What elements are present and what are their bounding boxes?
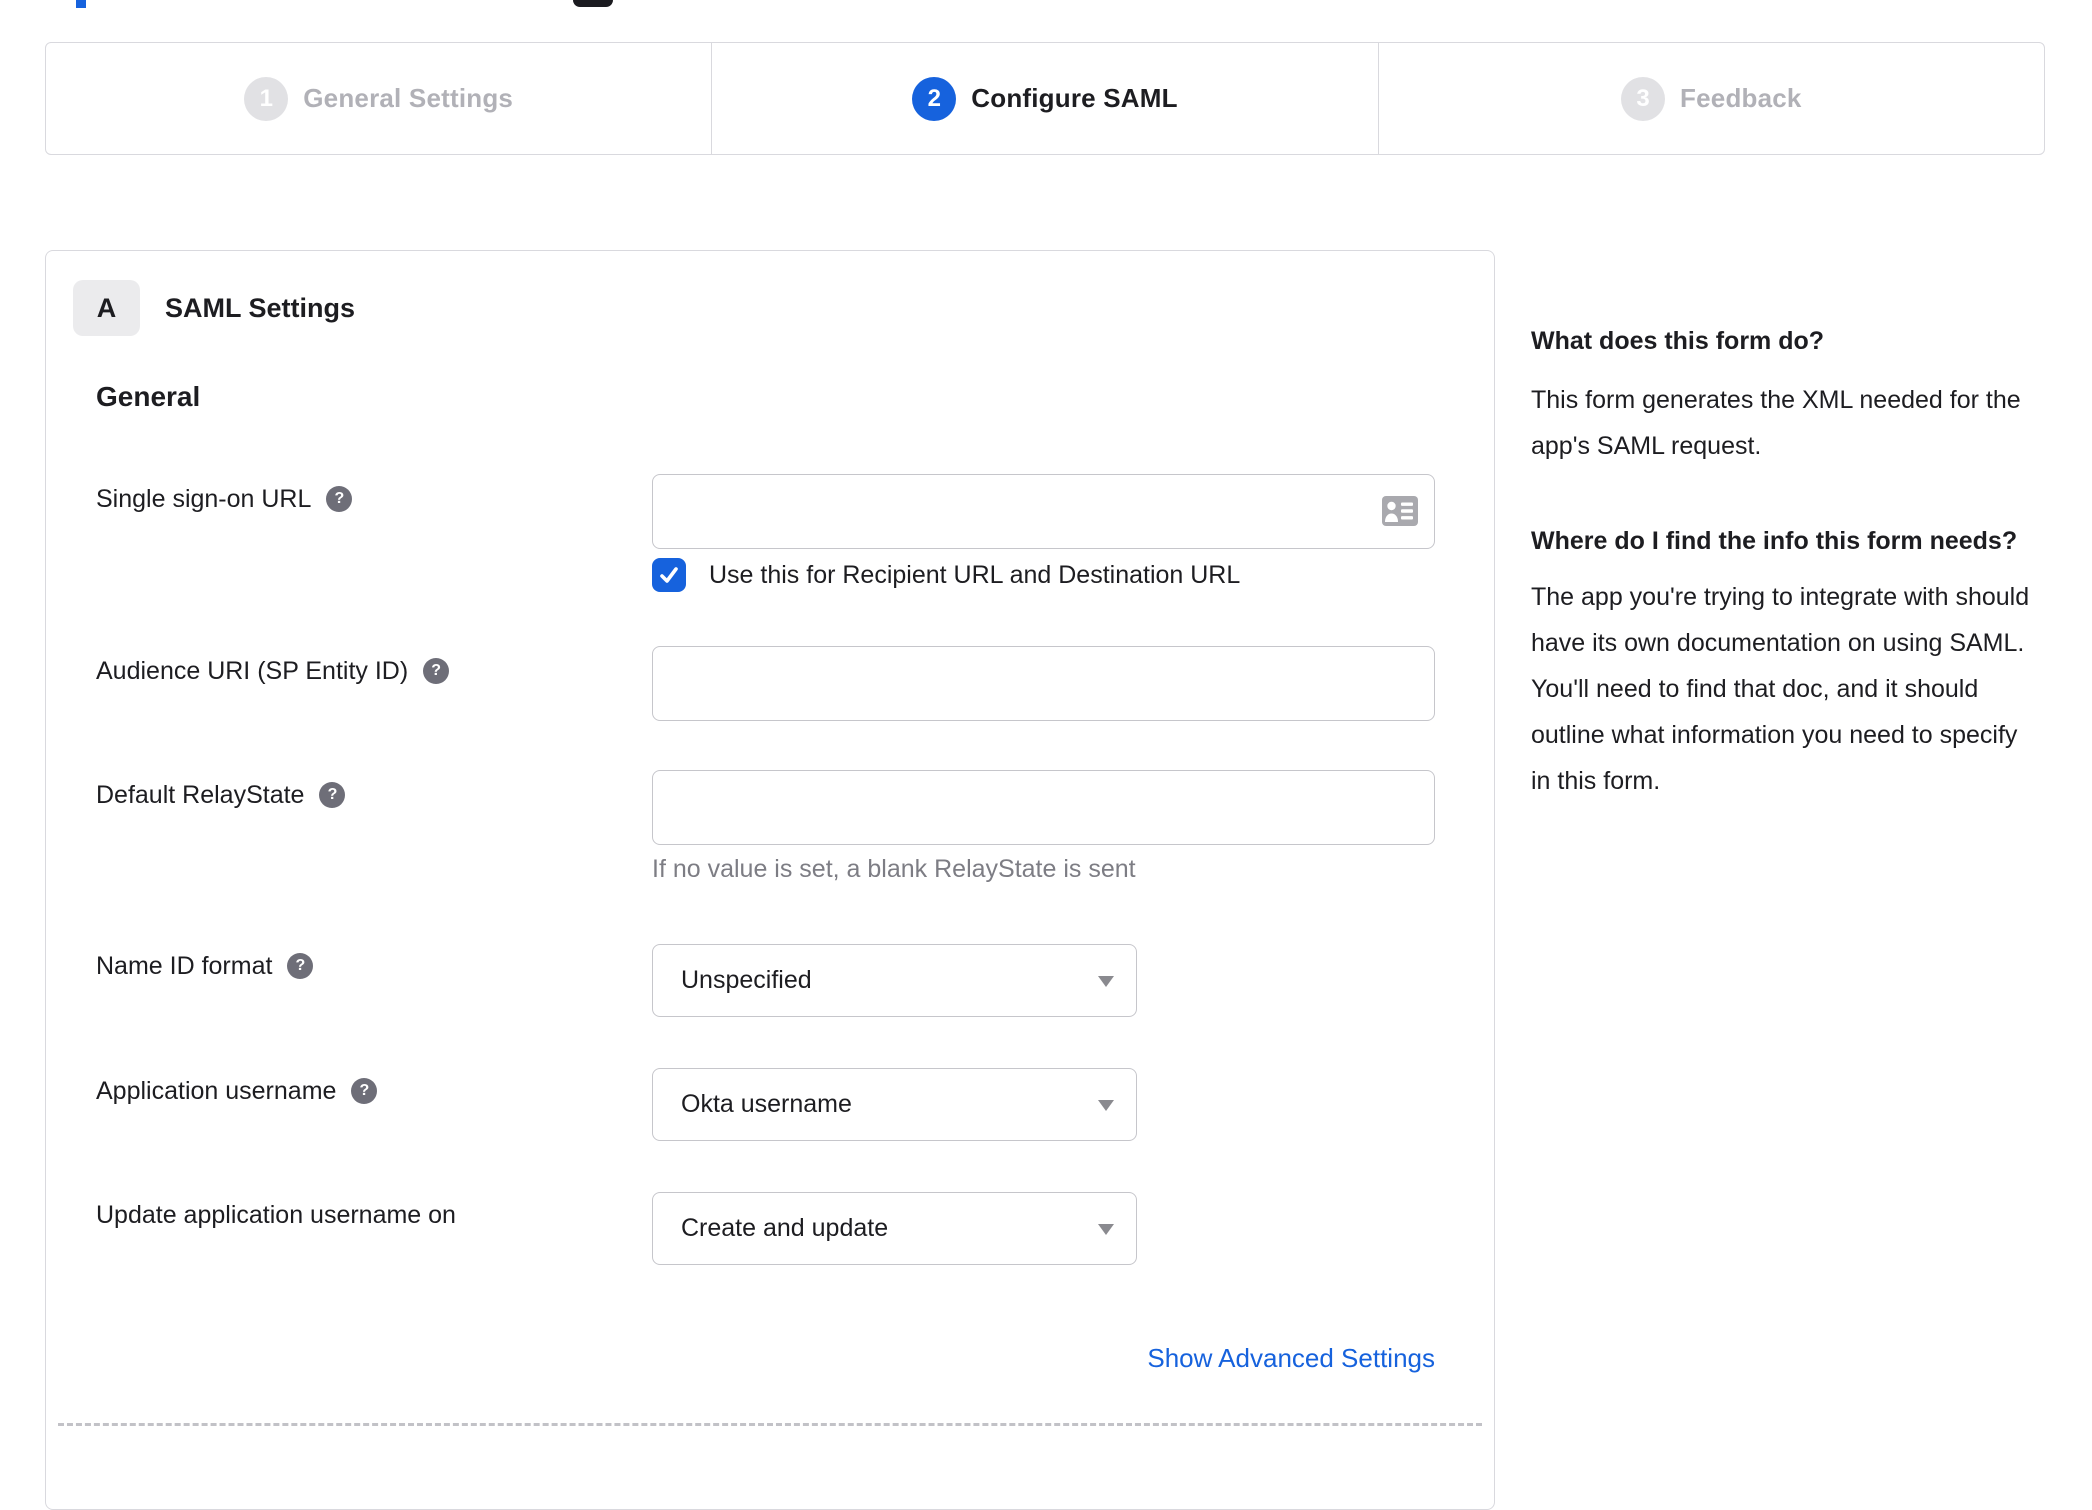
audience-uri-input[interactable] bbox=[652, 646, 1435, 721]
name-id-format-select[interactable]: Unspecified bbox=[652, 944, 1137, 1017]
advanced-link-row: Show Advanced Settings bbox=[652, 1343, 1435, 1374]
name-id-format-value: Unspecified bbox=[681, 966, 812, 994]
name-id-format-label: Name ID format ? bbox=[96, 952, 314, 980]
cutoff-blue-fragment bbox=[76, 0, 86, 8]
chevron-down-icon bbox=[1098, 1100, 1114, 1111]
contact-card-icon[interactable] bbox=[1382, 496, 1418, 526]
relay-state-hint: If no value is set, a blank RelayState i… bbox=[652, 855, 1136, 883]
relay-state-label: Default RelayState ? bbox=[96, 781, 346, 809]
relay-state-input[interactable] bbox=[652, 770, 1435, 845]
recipient-url-checkbox-label[interactable]: Use this for Recipient URL and Destinati… bbox=[709, 561, 1240, 590]
step-feedback[interactable]: 3 Feedback bbox=[1377, 43, 2044, 154]
sso-url-input-wrap bbox=[652, 474, 1435, 549]
help-icon[interactable]: ? bbox=[326, 486, 353, 512]
name-id-format-label-text: Name ID format bbox=[96, 952, 273, 980]
general-heading: General bbox=[96, 381, 201, 412]
help-panel: What does this form do? This form genera… bbox=[1531, 324, 2031, 804]
step-configure-saml[interactable]: 2 Configure SAML bbox=[711, 43, 1377, 154]
update-app-username-select[interactable]: Create and update bbox=[652, 1192, 1137, 1265]
help-answer-1: This form generates the XML needed for t… bbox=[1531, 386, 2021, 460]
help-icon[interactable]: ? bbox=[287, 953, 314, 979]
help-icon[interactable]: ? bbox=[351, 1078, 378, 1104]
relay-state-label-text: Default RelayState bbox=[96, 781, 305, 809]
help-question-2: Where do I find the info this form needs… bbox=[1531, 527, 2018, 555]
help-question-1: What does this form do? bbox=[1531, 327, 1825, 355]
sso-url-input[interactable] bbox=[652, 474, 1435, 549]
sso-url-label: Single sign-on URL ? bbox=[96, 485, 353, 513]
step-label: General Settings bbox=[303, 83, 514, 113]
application-username-select[interactable]: Okta username bbox=[652, 1068, 1137, 1141]
application-username-value: Okta username bbox=[681, 1090, 852, 1118]
step-number-badge: 3 bbox=[1621, 76, 1666, 121]
sso-url-label-text: Single sign-on URL bbox=[96, 485, 312, 513]
step-label: Configure SAML bbox=[971, 83, 1178, 113]
help-icon[interactable]: ? bbox=[319, 782, 346, 808]
section-a-badge: A bbox=[73, 280, 140, 336]
step-number-badge: 2 bbox=[912, 76, 957, 121]
saml-settings-panel: A SAML Settings General Single sign-on U… bbox=[45, 250, 1495, 1510]
help-answer-2: The app you're trying to integrate with … bbox=[1531, 583, 2030, 795]
application-username-label: Application username ? bbox=[96, 1077, 378, 1105]
audience-uri-label-text: Audience URI (SP Entity ID) bbox=[96, 657, 409, 685]
update-app-username-label: Update application username on bbox=[96, 1201, 456, 1229]
step-number-badge: 1 bbox=[244, 76, 289, 121]
update-app-username-label-text: Update application username on bbox=[96, 1201, 456, 1229]
show-advanced-settings-link[interactable]: Show Advanced Settings bbox=[1147, 1343, 1435, 1373]
cutoff-logo-fragment bbox=[573, 0, 613, 7]
recipient-url-checkbox-row: Use this for Recipient URL and Destinati… bbox=[652, 558, 1240, 592]
recipient-url-checkbox[interactable] bbox=[652, 558, 686, 592]
chevron-down-icon bbox=[1098, 1224, 1114, 1235]
update-app-username-value: Create and update bbox=[681, 1214, 889, 1242]
chevron-down-icon bbox=[1098, 976, 1114, 987]
audience-uri-label: Audience URI (SP Entity ID) ? bbox=[96, 657, 450, 685]
help-icon[interactable]: ? bbox=[423, 658, 450, 684]
application-username-label-text: Application username bbox=[96, 1077, 337, 1105]
checkmark-icon bbox=[660, 567, 678, 583]
wizard-stepper: 1 General Settings 2 Configure SAML 3 Fe… bbox=[45, 42, 2045, 155]
step-label: Feedback bbox=[1680, 83, 1802, 113]
step-general-settings[interactable]: 1 General Settings bbox=[46, 43, 711, 154]
panel-title: SAML Settings bbox=[165, 292, 356, 323]
